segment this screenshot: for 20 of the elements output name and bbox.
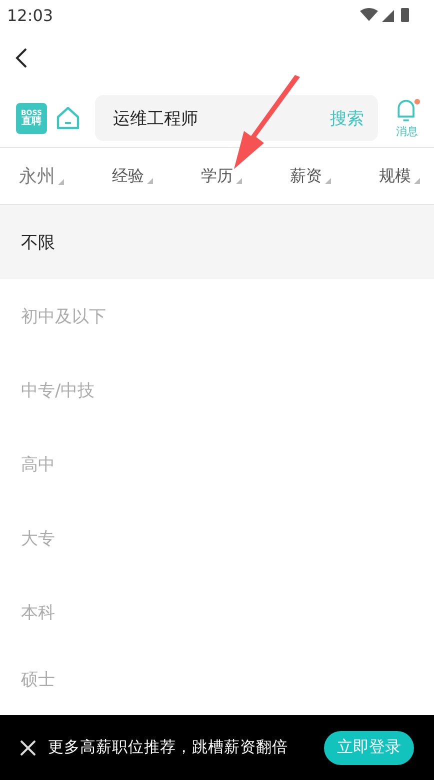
education-option[interactable]: 本科	[0, 575, 434, 649]
banner-text: 更多高薪职位推荐，跳槽薪资翻倍	[48, 737, 289, 758]
search-field[interactable]: 运维工程师 搜索	[95, 95, 378, 141]
status-icons	[360, 6, 410, 24]
filter-dropdown[interactable]: 经验	[112, 166, 153, 186]
education-option[interactable]: 硕士	[0, 649, 434, 709]
filter-dropdown[interactable]: 规模	[379, 166, 420, 186]
back-icon[interactable]	[14, 46, 28, 68]
login-button[interactable]: 立即登录	[324, 730, 414, 764]
education-option[interactable]: 中专/中技	[0, 353, 434, 427]
close-icon[interactable]	[20, 740, 36, 756]
messages-button[interactable]: 消息	[386, 98, 420, 138]
filter-dropdown[interactable]: 永州	[19, 164, 64, 188]
education-option[interactable]: 高中	[0, 427, 434, 501]
filter-dropdown[interactable]: 薪资	[290, 166, 331, 186]
education-option[interactable]: 不限	[0, 205, 434, 279]
education-option[interactable]: 大专	[0, 501, 434, 575]
search-button[interactable]: 搜索	[330, 106, 364, 130]
education-option[interactable]: 初中及以下	[0, 279, 434, 353]
status-time: 12:03	[7, 6, 54, 24]
